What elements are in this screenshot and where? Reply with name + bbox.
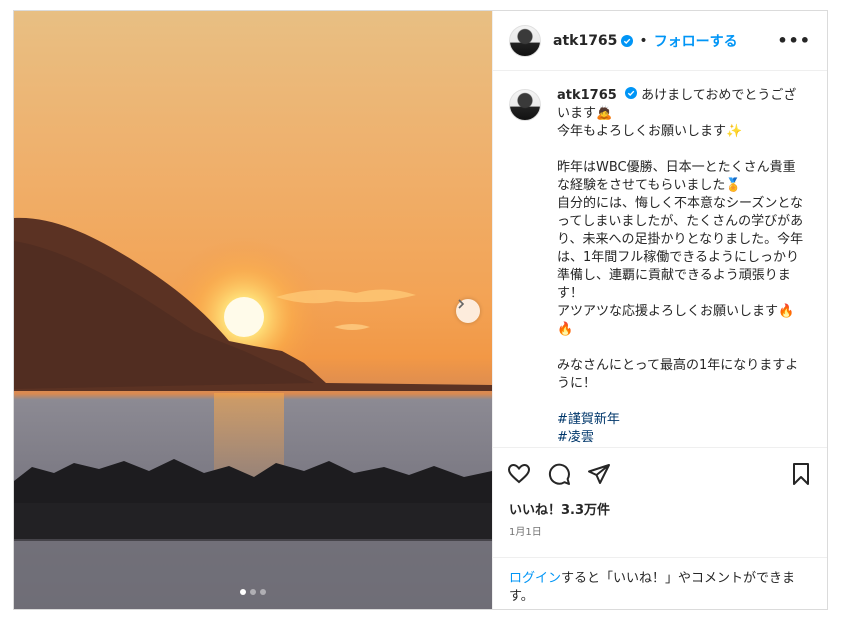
- carousel-dot: [240, 589, 246, 595]
- caption-body: atk1765 あけましておめでとうございます🙇 今年もよろしくお願いします✨ …: [557, 87, 807, 447]
- login-prompt: ログインすると「いいね！」やコメントができます。: [493, 557, 827, 609]
- hashtag-link[interactable]: #謹賀新年: [557, 411, 807, 429]
- avatar[interactable]: [509, 24, 541, 57]
- instagram-post: atk1765 • フォローする ••• atk1765 あけましておめでとうご…: [13, 10, 828, 610]
- more-options-button[interactable]: •••: [777, 31, 811, 50]
- comment-icon[interactable]: [547, 462, 571, 486]
- separator-dot: •: [639, 32, 648, 49]
- username[interactable]: atk1765: [553, 33, 617, 49]
- caption-avatar[interactable]: [509, 89, 541, 121]
- caption: atk1765 あけましておめでとうございます🙇 今年もよろしくお願いします✨ …: [493, 71, 827, 447]
- carousel-indicator: [14, 589, 492, 595]
- sunset-photo: [14, 217, 492, 609]
- caption-line: 今年もよろしくお願いします✨: [557, 124, 743, 139]
- post-image[interactable]: [14, 11, 492, 609]
- post-date[interactable]: 1月1日: [493, 519, 827, 557]
- login-link[interactable]: ログイン: [509, 571, 561, 586]
- caption-line: [557, 393, 807, 411]
- caption-line: みなさんにとって最高の1年になりますように！: [557, 358, 799, 391]
- hashtag-link[interactable]: #凌雲: [557, 429, 807, 447]
- chevron-right-icon: [458, 299, 465, 309]
- like-count[interactable]: いいね！3.3万件: [493, 499, 827, 519]
- post-sidebar: atk1765 • フォローする ••• atk1765 あけましておめでとうご…: [492, 11, 827, 609]
- carousel-dot: [260, 589, 266, 595]
- post-header: atk1765 • フォローする •••: [493, 11, 827, 71]
- heart-icon[interactable]: [507, 462, 531, 486]
- verified-icon: [624, 87, 637, 99]
- caption-line: [557, 141, 807, 159]
- next-slide-button[interactable]: [456, 299, 480, 323]
- caption-line: アツアツな応援よろしくお願いします🔥🔥: [557, 304, 795, 337]
- caption-line: 昨年はWBC優勝、日本一とたくさん貴重な経験をさせてもらいました🏅: [557, 160, 796, 193]
- caption-line: 自分的には、悔しく不本意なシーズンとなってしまいましたが、たくさんの学びがあり、…: [557, 196, 804, 301]
- caption-username[interactable]: atk1765: [557, 88, 617, 103]
- follow-button[interactable]: フォローする: [654, 31, 738, 51]
- share-icon[interactable]: [587, 462, 611, 486]
- caption-line: [557, 339, 807, 357]
- bookmark-icon[interactable]: [789, 462, 813, 486]
- carousel-dot: [250, 589, 256, 595]
- action-bar: [493, 447, 827, 499]
- verified-icon: [621, 34, 634, 47]
